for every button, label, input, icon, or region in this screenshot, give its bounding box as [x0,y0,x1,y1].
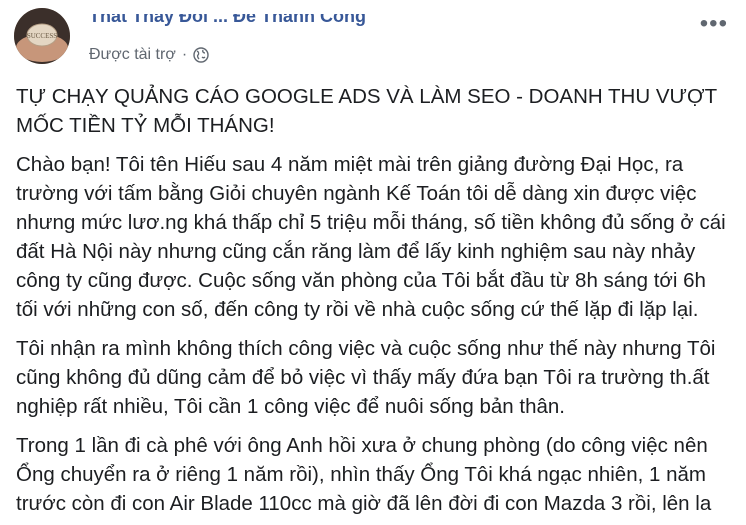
post-meta: Được tài trợ · [89,46,209,64]
post-body: TỰ CHẠY QUẢNG CÁO GOOGLE ADS VÀ LÀM SEO … [0,82,746,518]
avatar-text: SUCCESS [27,32,57,40]
globe-icon[interactable] [193,47,209,63]
sponsored-label[interactable]: Được tài trợ [89,46,176,64]
sponsored-post: SUCCESS Thất Thay Đổi ... Để Thành Công … [0,0,746,525]
page-avatar[interactable]: SUCCESS [14,8,70,64]
post-header: SUCCESS Thất Thay Đổi ... Để Thành Công … [0,0,746,76]
post-paragraph: Tôi nhận ra mình không thích công việc v… [16,337,716,418]
page-name[interactable]: Thất Thay Đổi ... Để Thành Công [89,14,366,26]
post-headline: TỰ CHẠY QUẢNG CÁO GOOGLE ADS VÀ LÀM SEO … [16,85,717,137]
meta-separator: · [181,46,188,63]
post-paragraph: Trong 1 lần đi cà phê với ông Anh hồi xư… [16,434,712,515]
more-options-icon[interactable]: ••• [700,12,728,36]
post-paragraph: Chào bạn! Tôi tên Hiếu sau 4 năm miệt mà… [16,153,726,321]
avatar-image: SUCCESS [14,8,70,64]
page-name-link[interactable]: Thất Thay Đổi ... Để Thành Công [89,14,529,36]
